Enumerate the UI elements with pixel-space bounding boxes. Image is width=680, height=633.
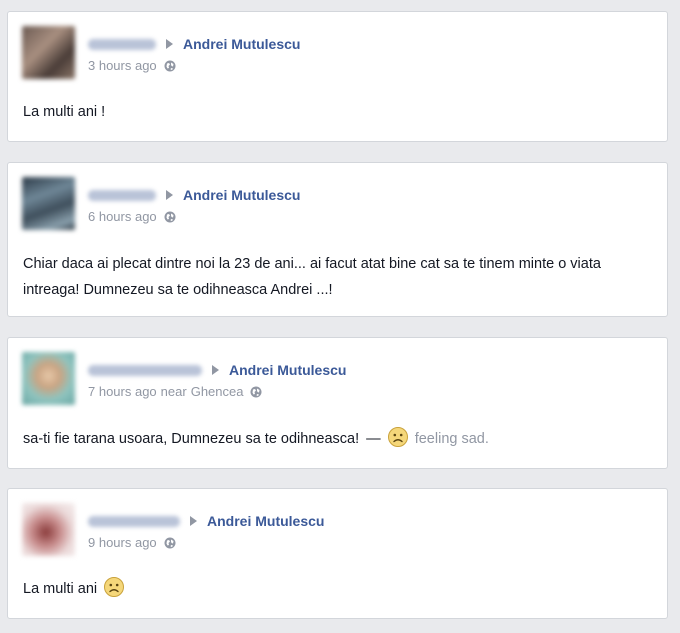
post-meta: 3 hours ago <box>88 58 176 73</box>
feed-post: Andrei Mutulescu 6 hours ago Chiar daca … <box>7 162 668 317</box>
post-text: La multi ani ! <box>23 99 647 125</box>
arrow-right-icon <box>166 39 173 49</box>
post-meta: 9 hours ago <box>88 535 176 550</box>
news-feed: Andrei Mutulescu 3 hours ago La multi an… <box>0 0 680 633</box>
author-line: Andrei Mutulescu <box>88 361 346 379</box>
feed-post: Andrei Mutulescu 9 hours ago La multi an… <box>7 488 668 619</box>
post-message: Chiar daca ai plecat dintre noi la 23 de… <box>23 256 601 298</box>
post-timestamp[interactable]: 9 hours ago <box>88 535 157 550</box>
feed-post: Andrei Mutulescu 3 hours ago La multi an… <box>7 11 668 142</box>
author-name-blurred[interactable] <box>88 515 180 527</box>
avatar[interactable] <box>22 26 75 79</box>
post-header: Andrei Mutulescu 9 hours ago <box>8 489 667 556</box>
post-meta: 6 hours ago <box>88 209 176 224</box>
avatar[interactable] <box>22 352 75 405</box>
post-timestamp[interactable]: 6 hours ago <box>88 209 157 224</box>
feeling-separator: — <box>366 431 381 447</box>
arrow-right-icon <box>190 516 197 526</box>
author-name-blurred[interactable] <box>88 189 156 201</box>
target-name-link[interactable]: Andrei Mutulescu <box>229 362 346 378</box>
post-header: Andrei Mutulescu 6 hours ago <box>8 163 667 230</box>
post-timestamp[interactable]: 3 hours ago <box>88 58 157 73</box>
avatar[interactable] <box>22 177 75 230</box>
sad-face-icon <box>387 427 408 447</box>
globe-icon[interactable] <box>164 211 176 223</box>
globe-icon[interactable] <box>250 386 262 398</box>
post-message: sa-ti fie tarana usoara, Dumnezeu sa te … <box>23 431 360 447</box>
arrow-right-icon <box>166 190 173 200</box>
sad-face-icon <box>104 577 125 597</box>
author-line: Andrei Mutulescu <box>88 512 324 530</box>
author-name-blurred[interactable] <box>88 38 156 50</box>
author-name-blurred[interactable] <box>88 364 202 376</box>
post-text: Chiar daca ai plecat dintre noi la 23 de… <box>23 251 647 303</box>
post-meta: 7 hours ago near Ghencea <box>88 384 262 399</box>
feeling-text: feeling sad. <box>414 431 489 447</box>
globe-icon[interactable] <box>164 537 176 549</box>
post-text: sa-ti fie tarana usoara, Dumnezeu sa te … <box>23 426 647 452</box>
post-message: La multi ani ! <box>23 104 106 120</box>
target-name-link[interactable]: Andrei Mutulescu <box>183 36 300 52</box>
post-message: La multi ani <box>23 581 98 597</box>
post-header: Andrei Mutulescu 7 hours ago near Ghence… <box>8 338 667 405</box>
location-prefix: near <box>160 384 187 399</box>
author-line: Andrei Mutulescu <box>88 186 300 204</box>
avatar[interactable] <box>22 503 75 556</box>
post-header: Andrei Mutulescu 3 hours ago <box>8 12 667 79</box>
globe-icon[interactable] <box>164 60 176 72</box>
author-line: Andrei Mutulescu <box>88 35 300 53</box>
target-name-link[interactable]: Andrei Mutulescu <box>183 187 300 203</box>
feed-post: Andrei Mutulescu 7 hours ago near Ghence… <box>7 337 668 469</box>
target-name-link[interactable]: Andrei Mutulescu <box>207 513 324 529</box>
post-text: La multi ani <box>23 576 647 602</box>
post-timestamp[interactable]: 7 hours ago <box>88 384 157 399</box>
arrow-right-icon <box>212 365 219 375</box>
location-link[interactable]: Ghencea <box>191 384 244 399</box>
